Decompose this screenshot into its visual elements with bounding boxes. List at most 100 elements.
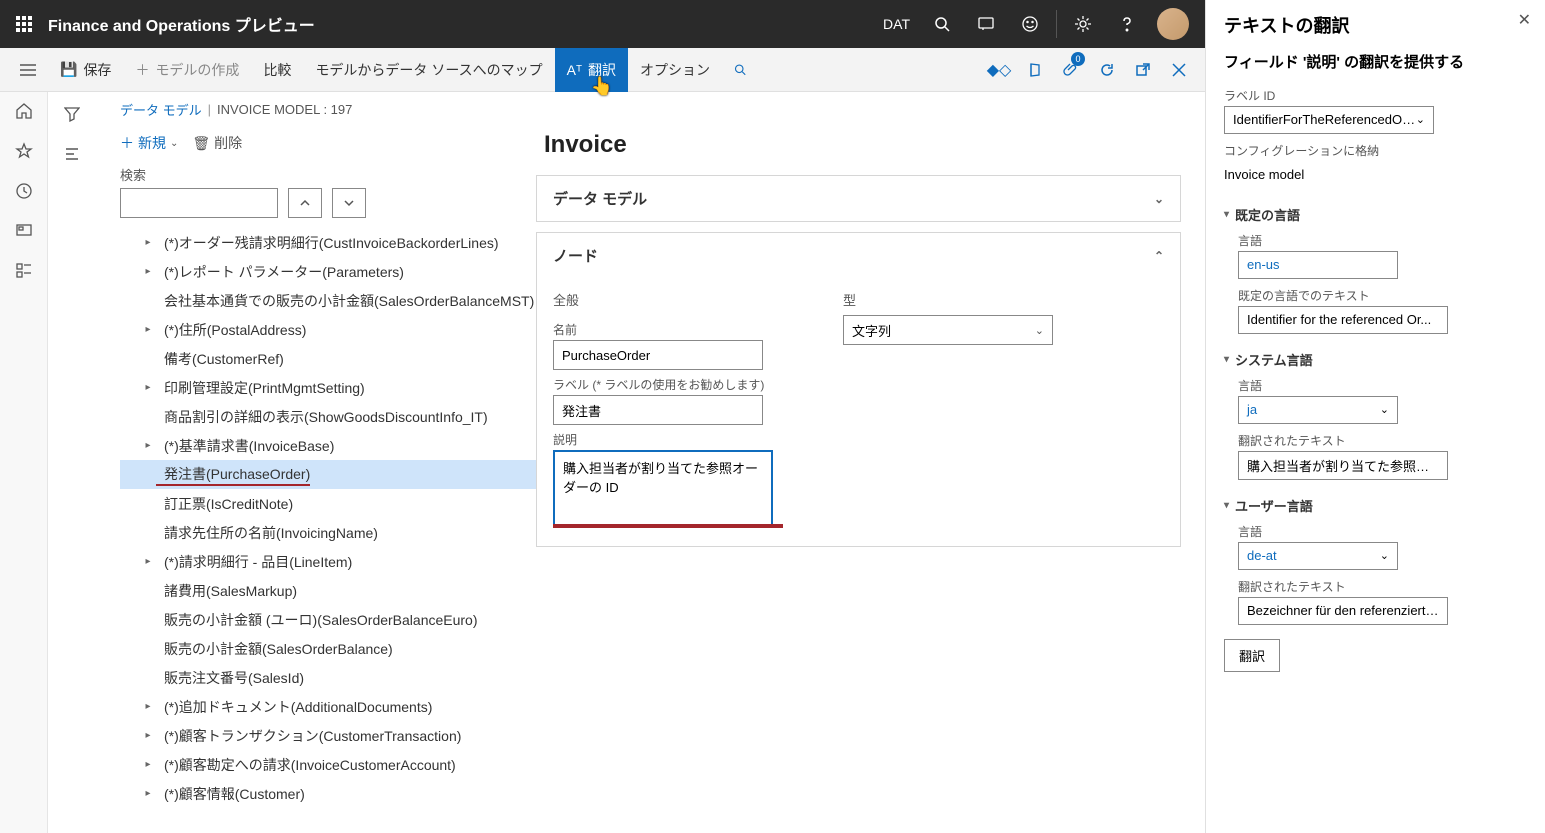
modules-icon[interactable] xyxy=(12,262,36,280)
tree-caret-icon[interactable]: ▸ xyxy=(140,556,156,567)
tree-item[interactable]: 請求先住所の名前(InvoicingName) xyxy=(120,518,536,547)
actionbar: 💾保存 ＋モデルの作成 比較 モデルからデータ ソースへのマップ Aᵀ翻訳 👆 … xyxy=(0,48,1205,92)
translate-button[interactable]: Aᵀ翻訳 👆 xyxy=(555,48,628,92)
tree-item-label: (*)住所(PostalAddress) xyxy=(156,320,306,340)
create-model-button[interactable]: ＋モデルの作成 xyxy=(123,48,251,92)
type-group-label: 型 xyxy=(843,290,1053,309)
translation-panel: ✕ テキストの翻訳 フィールド '説明' の翻訳を提供する ラベル ID Ide… xyxy=(1205,0,1545,833)
tree-item[interactable]: ▸(*)住所(PostalAddress) xyxy=(120,315,536,344)
tree-item[interactable]: ▸(*)追加ドキュメント(AdditionalDocuments) xyxy=(120,692,536,721)
nav-down-button[interactable] xyxy=(332,188,366,218)
save-button[interactable]: 💾保存 xyxy=(48,48,123,92)
nav-up-button[interactable] xyxy=(288,188,322,218)
panel-close-icon[interactable]: ✕ xyxy=(1518,10,1531,30)
options-button[interactable]: オプション xyxy=(628,48,722,92)
company-code[interactable]: DAT xyxy=(883,16,910,32)
clock-icon[interactable] xyxy=(12,182,36,200)
tree-caret-icon[interactable]: ▸ xyxy=(140,788,156,799)
labelid-field[interactable]: IdentifierForTheReferencedOr...⌄ xyxy=(1224,106,1434,134)
search-input[interactable] xyxy=(120,188,278,218)
tree-item[interactable]: ▸(*)レポート パラメーター(Parameters) xyxy=(120,257,536,286)
tree-item[interactable]: ▸(*)請求明細行 - 品目(LineItem) xyxy=(120,547,536,576)
waffle-icon[interactable] xyxy=(8,8,40,40)
tree-caret-icon[interactable]: ▸ xyxy=(140,324,156,335)
smile-icon[interactable] xyxy=(1008,0,1052,48)
config-value: Invoice model xyxy=(1224,161,1434,189)
tree-caret-icon[interactable]: ▸ xyxy=(140,266,156,277)
avatar[interactable] xyxy=(1157,8,1189,40)
section-node-header[interactable]: ノード ⌃ xyxy=(537,233,1180,278)
tree-item[interactable]: ▸(*)顧客勘定への請求(InvoiceCustomerAccount) xyxy=(120,750,536,779)
diamond-icon[interactable]: ◆◇ xyxy=(981,48,1017,92)
filter-icon[interactable] xyxy=(56,98,88,130)
tree-item[interactable]: ▸(*)顧客トランザクション(CustomerTransaction) xyxy=(120,721,536,750)
section-datamodel-header[interactable]: データ モデル ⌄ xyxy=(537,176,1180,221)
align-icon[interactable] xyxy=(56,138,88,170)
default-lang-field[interactable]: en-us xyxy=(1238,251,1398,279)
tree-item[interactable]: 発注書(PurchaseOrder) xyxy=(120,460,536,489)
home-icon[interactable] xyxy=(12,102,36,120)
tree-item[interactable]: 販売の小計金額(SalesOrderBalance) xyxy=(120,634,536,663)
save-label: 保存 xyxy=(83,60,111,80)
desc-highlight xyxy=(553,524,783,528)
search-icon[interactable] xyxy=(920,0,964,48)
chevron-down-icon: ⌄ xyxy=(1416,113,1425,126)
breadcrumb-link[interactable]: データ モデル xyxy=(120,100,202,119)
help-icon[interactable] xyxy=(1105,0,1149,48)
tree-item[interactable]: 諸費用(SalesMarkup) xyxy=(120,576,536,605)
tree[interactable]: ▸(*)オーダー残請求明細行(CustInvoiceBackorderLines… xyxy=(120,228,536,833)
tree-caret-icon[interactable]: ▸ xyxy=(140,759,156,770)
tree-item[interactable]: 訂正票(IsCreditNote) xyxy=(120,489,536,518)
actionbar-search-icon[interactable] xyxy=(722,48,758,92)
default-text-field[interactable]: Identifier for the referenced Or... xyxy=(1238,306,1448,334)
star-icon[interactable] xyxy=(12,142,36,160)
chevron-down-icon: ⌄ xyxy=(1380,549,1389,562)
workspace-icon[interactable] xyxy=(12,222,36,240)
refresh-icon[interactable] xyxy=(1089,48,1125,92)
desc-field[interactable]: 購入担当者が割り当てた参照オーダーの ID xyxy=(553,450,773,526)
tree-item-label: (*)顧客情報(Customer) xyxy=(156,784,305,804)
group-system-lang[interactable]: システム言語 xyxy=(1224,350,1527,369)
tree-caret-icon[interactable]: ▸ xyxy=(140,701,156,712)
label-field[interactable] xyxy=(553,395,763,425)
type-select[interactable]: 文字列 ⌄ xyxy=(843,315,1053,345)
group-default-lang[interactable]: 既定の言語 xyxy=(1224,205,1527,224)
compare-button[interactable]: 比較 xyxy=(251,48,303,92)
create-model-label: モデルの作成 xyxy=(155,60,239,80)
user-lang-field[interactable]: de-at⌄ xyxy=(1238,542,1398,570)
gear-icon[interactable] xyxy=(1061,0,1105,48)
tree-item-label: 訂正票(IsCreditNote) xyxy=(156,494,293,514)
close-icon[interactable] xyxy=(1161,48,1197,92)
user-text-field[interactable]: Bezeichner für den referenzierte... xyxy=(1238,597,1448,625)
tree-caret-icon[interactable]: ▸ xyxy=(140,237,156,248)
tree-item[interactable]: 販売注文番号(SalesId) xyxy=(120,663,536,692)
translate-action-button[interactable]: 翻訳 xyxy=(1224,639,1280,672)
tree-item[interactable]: 販売の小計金額 (ユーロ)(SalesOrderBalanceEuro) xyxy=(120,605,536,634)
group-user-lang[interactable]: ユーザー言語 xyxy=(1224,496,1527,515)
office-icon[interactable] xyxy=(1017,48,1053,92)
tree-item[interactable]: ▸(*)顧客情報(Customer) xyxy=(120,779,536,808)
tree-item-label: (*)オーダー残請求明細行(CustInvoiceBackorderLines) xyxy=(156,233,499,253)
name-field[interactable] xyxy=(553,340,763,370)
tree-item[interactable]: ▸(*)基準請求書(InvoiceBase) xyxy=(120,431,536,460)
system-lang-field[interactable]: ja⌄ xyxy=(1238,396,1398,424)
tree-caret-icon[interactable]: ▸ xyxy=(140,730,156,741)
tree-item[interactable]: ▸印刷管理設定(PrintMgmtSetting) xyxy=(120,373,536,402)
tree-item[interactable]: 備考(CustomerRef) xyxy=(120,344,536,373)
tree-item-label: 印刷管理設定(PrintMgmtSetting) xyxy=(156,378,365,398)
menu-toggle[interactable] xyxy=(8,48,48,92)
attachments-icon[interactable]: 0 xyxy=(1053,48,1089,92)
tree-item[interactable]: 会社基本通貨での販売の小計金額(SalesOrderBalanceMST) xyxy=(120,286,536,315)
tree-item[interactable]: 商品割引の詳細の表示(ShowGoodsDiscountInfo_IT) xyxy=(120,402,536,431)
tree-item[interactable]: ▸(*)オーダー残請求明細行(CustInvoiceBackorderLines… xyxy=(120,228,536,257)
map-sources-button[interactable]: モデルからデータ ソースへのマップ xyxy=(303,48,554,92)
tree-item-label: (*)基準請求書(InvoiceBase) xyxy=(156,436,334,456)
chat-icon[interactable] xyxy=(964,0,1008,48)
tree-caret-icon[interactable]: ▸ xyxy=(140,440,156,451)
new-button[interactable]: ＋新規⌄ xyxy=(120,133,178,153)
delete-button[interactable]: 🗑削除 xyxy=(192,133,242,153)
popout-icon[interactable] xyxy=(1125,48,1161,92)
system-text-field[interactable]: 購入担当者が割り当てた参照オ... xyxy=(1238,451,1448,480)
tree-caret-icon[interactable]: ▸ xyxy=(140,382,156,393)
tree-item-label: 商品割引の詳細の表示(ShowGoodsDiscountInfo_IT) xyxy=(156,407,488,427)
